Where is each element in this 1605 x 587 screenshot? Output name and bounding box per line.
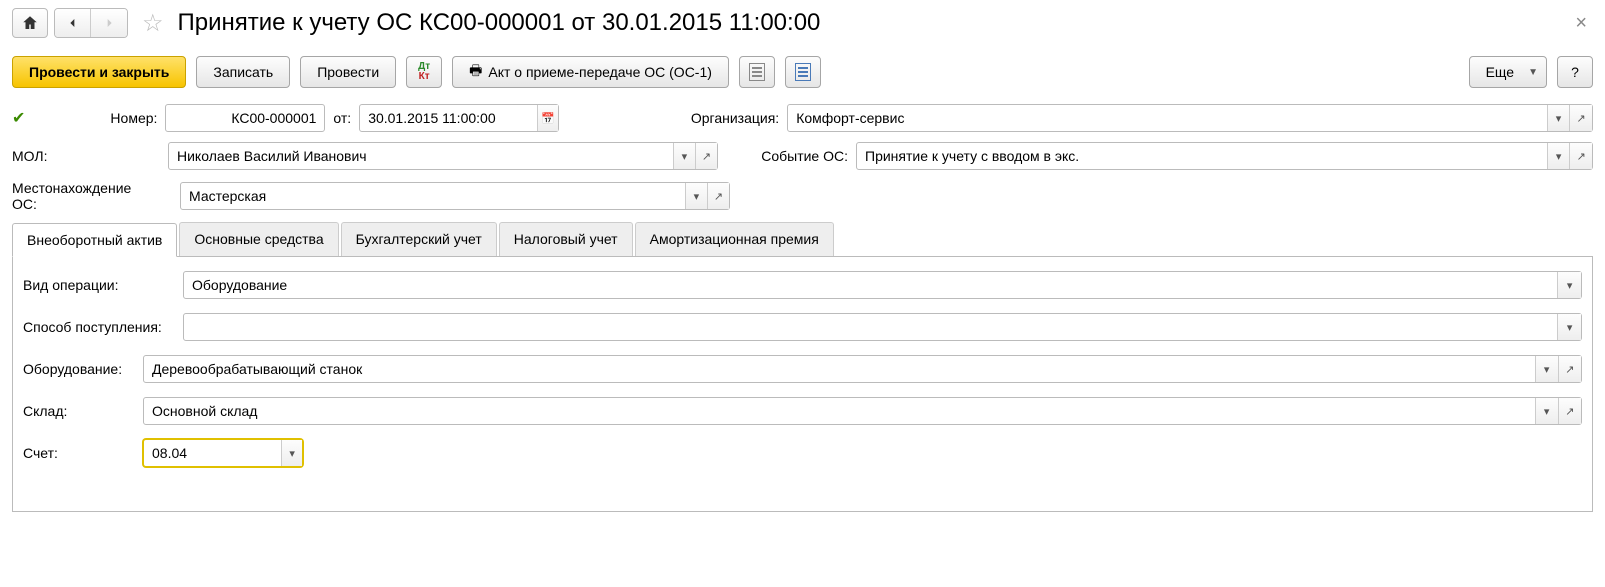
date-label: от: [333,110,351,126]
header-row-2: МОЛ: ▾ ↗ Событие ОС: ▾ ↗ [12,142,1593,170]
topbar: ☆ Принятие к учету ОС КС00-000001 от 30.… [12,8,1593,38]
org-field[interactable]: ▾ ↗ [787,104,1593,132]
number-input[interactable] [166,105,324,131]
row-op-type: Вид операции: ▾ [23,271,1582,299]
toolbar: Провести и закрыть Записать Провести ДтК… [12,56,1593,88]
event-label: Событие ОС: [738,148,848,164]
tabs: Внеоборотный актив Основные средства Бух… [12,222,1593,257]
open-icon[interactable]: ↗ [1558,398,1581,424]
close-button[interactable]: × [1569,12,1593,35]
print-act-button[interactable]: Акт о приеме-передаче ОС (ОС-1) [452,56,729,88]
open-icon[interactable]: ↗ [1569,105,1592,131]
row-account: Счет: ▾ [23,439,1582,467]
more-label: Еще [1486,64,1515,80]
doc-related-button[interactable] [785,56,821,88]
arrow-right-icon [101,15,117,31]
number-field[interactable] [165,104,325,132]
receipt-field[interactable]: ▾ [183,313,1582,341]
dropdown-icon[interactable]: ▾ [1535,398,1558,424]
post-and-close-button[interactable]: Провести и закрыть [12,56,186,88]
tab-noncurrent-asset[interactable]: Внеоборотный актив [12,223,177,257]
event-input[interactable] [857,143,1547,169]
dropdown-icon[interactable]: ▾ [685,183,707,209]
org-input[interactable] [788,105,1546,131]
dropdown-icon[interactable]: ▾ [1557,314,1581,340]
op-type-label: Вид операции: [23,277,173,293]
chevron-down-icon: ▼ [1528,67,1538,78]
arrow-left-icon [65,15,81,31]
calendar-icon[interactable]: 📅 [537,105,558,131]
number-label: Номер: [37,110,157,126]
open-icon[interactable]: ↗ [695,143,717,169]
dropdown-icon[interactable]: ▾ [1535,356,1558,382]
tab-fixed-assets[interactable]: Основные средства [179,222,338,256]
row-warehouse: Склад: ▾ ↗ [23,397,1582,425]
equipment-field[interactable]: ▾ ↗ [143,355,1582,383]
save-button[interactable]: Записать [196,56,290,88]
warehouse-field[interactable]: ▾ ↗ [143,397,1582,425]
location-input[interactable] [181,183,685,209]
tab-tax[interactable]: Налоговый учет [499,222,633,256]
org-label: Организация: [579,110,779,126]
home-button[interactable] [12,8,48,38]
tab-accounting[interactable]: Бухгалтерский учет [341,222,497,256]
tab-panel: Вид операции: ▾ Способ поступления: ▾ Об… [12,257,1593,512]
home-icon [21,14,39,32]
more-button[interactable]: Еще ▼ [1469,56,1547,88]
print-act-label: Акт о приеме-передаче ОС (ОС-1) [488,64,712,80]
dtkt-icon: ДтКт [418,62,430,82]
back-button[interactable] [55,9,91,37]
header-row-1: ✔ Номер: от: 📅 Организация: ▾ ↗ [12,104,1593,132]
receipt-label: Способ поступления: [23,319,173,335]
date-input[interactable] [360,105,537,131]
mol-label: МОЛ: [12,148,160,164]
document-icon [749,63,765,81]
dropdown-icon[interactable]: ▾ [1547,143,1570,169]
account-input[interactable] [144,440,281,466]
row-equipment: Оборудование: ▾ ↗ [23,355,1582,383]
dropdown-icon[interactable]: ▾ [673,143,695,169]
warehouse-label: Склад: [23,403,133,419]
nav-group [54,8,128,38]
row-receipt: Способ поступления: ▾ [23,313,1582,341]
document-list-icon [795,63,811,81]
location-label: Местонахождение ОС: [12,180,160,212]
date-field[interactable]: 📅 [359,104,559,132]
mol-field[interactable]: ▾ ↗ [168,142,718,170]
posted-check-icon: ✔ [12,108,25,128]
help-button[interactable]: ? [1557,56,1593,88]
post-button[interactable]: Провести [300,56,396,88]
favorite-star-icon[interactable]: ☆ [142,9,164,38]
dropdown-icon[interactable]: ▾ [1557,272,1581,298]
account-field[interactable]: ▾ [143,439,303,467]
account-label: Счет: [23,445,133,461]
dtkt-button[interactable]: ДтКт [406,56,442,88]
equipment-input[interactable] [144,356,1535,382]
op-type-input[interactable] [184,272,1557,298]
doc-struct-button[interactable] [739,56,775,88]
mol-input[interactable] [169,143,673,169]
equipment-label: Оборудование: [23,361,133,377]
warehouse-input[interactable] [144,398,1535,424]
page-title: Принятие к учету ОС КС00-000001 от 30.01… [178,9,1564,37]
header-row-3: Местонахождение ОС: ▾ ↗ [12,180,1593,212]
receipt-input[interactable] [184,314,1557,340]
dropdown-icon[interactable]: ▾ [281,440,302,466]
location-field[interactable]: ▾ ↗ [180,182,730,210]
open-icon[interactable]: ↗ [1569,143,1592,169]
open-icon[interactable]: ↗ [1558,356,1581,382]
dropdown-icon[interactable]: ▾ [1547,105,1570,131]
tab-amort-bonus[interactable]: Амортизационная премия [635,222,834,256]
printer-icon [469,60,482,84]
op-type-field[interactable]: ▾ [183,271,1582,299]
open-icon[interactable]: ↗ [707,183,729,209]
event-field[interactable]: ▾ ↗ [856,142,1593,170]
forward-button[interactable] [91,9,127,37]
